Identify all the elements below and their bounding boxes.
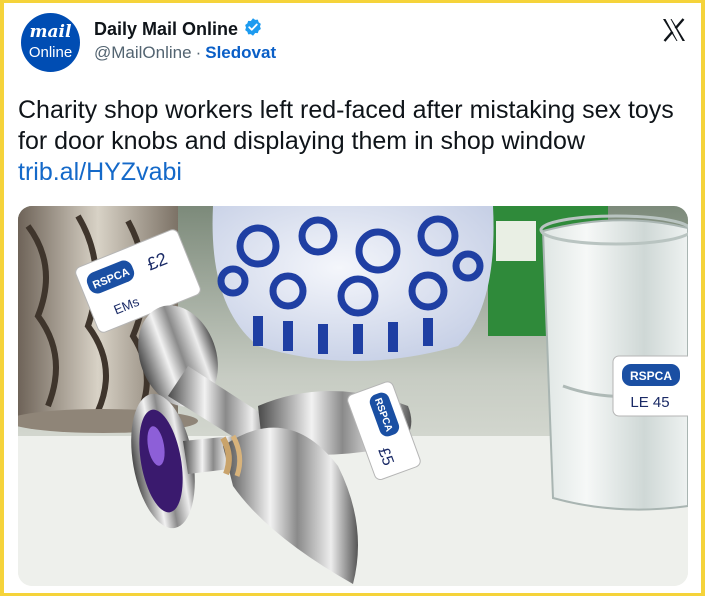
price-tag-glass: RSPCA LE 45 [612, 355, 688, 417]
avatar[interactable]: mail Online [21, 13, 80, 72]
post-photo[interactable]: RSPCA LE 45 RSPCA £2 EMs RSPCA £5 [18, 206, 688, 586]
author-handle-row: @MailOnline · Sledovat [94, 43, 276, 63]
post-text-block: Charity shop workers left red-faced afte… [18, 95, 688, 188]
handle-separator: · [195, 43, 202, 62]
tag-glass-note: LE 45 [630, 394, 669, 411]
tweet-card: mail Online Daily Mail Online @MailOnlin… [4, 3, 701, 593]
verified-badge-icon [243, 17, 263, 42]
tag-glass-brand: RSPCA [630, 369, 672, 383]
post-text: Charity shop workers left red-faced afte… [18, 96, 674, 155]
avatar-logo-line1: mail [29, 22, 72, 42]
author-name-row: Daily Mail Online [94, 17, 263, 42]
author-name[interactable]: Daily Mail Online [94, 19, 238, 40]
post-link[interactable]: trib.al/HYZvabi [18, 158, 182, 186]
author-handle[interactable]: @MailOnline [94, 43, 192, 62]
follow-button[interactable]: Sledovat [205, 43, 276, 62]
avatar-logo-line2: Online [28, 44, 73, 61]
x-logo-icon[interactable] [661, 17, 687, 43]
blue-white-vase [212, 206, 494, 361]
